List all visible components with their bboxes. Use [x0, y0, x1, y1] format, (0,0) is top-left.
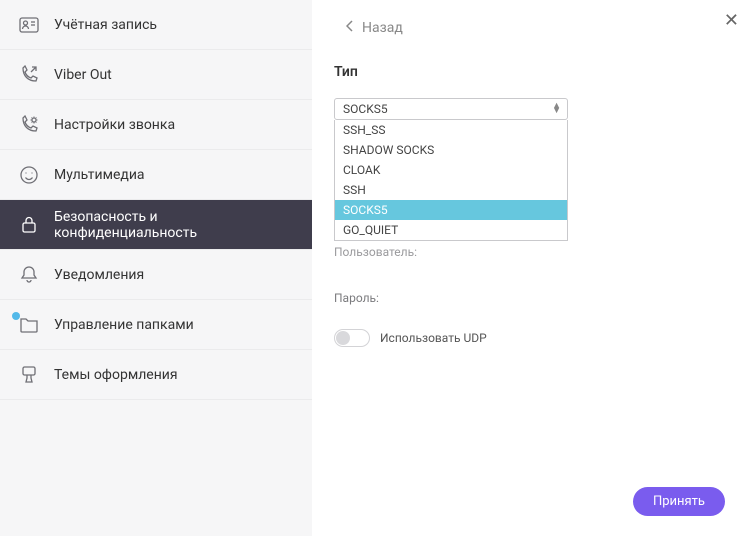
face-icon [18, 164, 40, 186]
phone-gear-icon [18, 114, 40, 136]
sidebar-item-label: Мультимедиа [54, 167, 145, 183]
phone-out-icon [18, 64, 40, 86]
back-label: Назад [362, 20, 403, 36]
sidebar-item-multimedia[interactable]: Мультимедиа [0, 150, 312, 200]
sidebar-item-label: Уведомления [54, 267, 144, 283]
udp-toggle[interactable] [334, 329, 370, 347]
type-select-value: SOCKS5 [343, 102, 388, 116]
sidebar-item-label: Управление папками [54, 317, 194, 333]
account-card-icon [18, 14, 40, 36]
type-option-cloak[interactable]: CLOAK [335, 160, 567, 180]
select-caret-icon: ▲▼ [552, 104, 561, 114]
password-field-label: Пароль: [334, 291, 725, 305]
sidebar-item-notifications[interactable]: Уведомления [0, 250, 312, 300]
close-button[interactable]: ✕ [724, 12, 739, 30]
type-dropdown: SSH_SS SHADOW SOCKS CLOAK SSH SOCKS5 GO_… [334, 120, 568, 241]
sidebar-item-label: Viber Out [54, 67, 112, 83]
type-label: Тип [334, 64, 725, 80]
main-panel: ✕ Назад Тип SOCKS5 ▲▼ SSH_SS SHADOW SOCK… [312, 0, 755, 536]
toggle-knob [336, 331, 350, 345]
udp-toggle-label: Использовать UDP [380, 331, 487, 345]
back-button[interactable]: Назад [346, 20, 725, 36]
sidebar-item-label: Настройки звонка [54, 117, 175, 133]
accept-button[interactable]: Принять [633, 487, 725, 516]
sidebar-item-call-settings[interactable]: Настройки звонка [0, 100, 312, 150]
sidebar-item-label: Учётная запись [54, 17, 157, 33]
type-option-ssh-ss[interactable]: SSH_SS [335, 120, 567, 140]
bell-icon [18, 264, 40, 286]
udp-toggle-row: Использовать UDP [334, 329, 725, 347]
type-option-socks5[interactable]: SOCKS5 [335, 200, 567, 220]
type-select[interactable]: SOCKS5 ▲▼ [334, 98, 568, 120]
sidebar-item-folders[interactable]: Управление папками [0, 300, 312, 350]
sidebar-item-viber-out[interactable]: Viber Out [0, 50, 312, 100]
brush-icon [18, 364, 40, 386]
sidebar-item-themes[interactable]: Темы оформления [0, 350, 312, 400]
sidebar-item-label: Темы оформления [54, 367, 178, 383]
sidebar-item-security[interactable]: Безопасность и конфиденциальность [0, 200, 312, 250]
sidebar-item-label: Безопасность и конфиденциальность [54, 209, 294, 241]
indicator-dot [12, 312, 20, 320]
sidebar-item-account[interactable]: Учётная запись [0, 0, 312, 50]
type-option-go-quiet[interactable]: GO_QUIET [335, 220, 567, 240]
sidebar: Учётная запись Viber Out Настройки звонк… [0, 0, 312, 536]
user-field-label: Пользователь: [334, 245, 725, 259]
folder-icon [18, 314, 40, 336]
chevron-left-icon [346, 20, 354, 36]
lock-icon [18, 214, 40, 236]
footer: Принять [334, 487, 725, 516]
type-option-ssh[interactable]: SSH [335, 180, 567, 200]
type-option-shadow-socks[interactable]: SHADOW SOCKS [335, 140, 567, 160]
